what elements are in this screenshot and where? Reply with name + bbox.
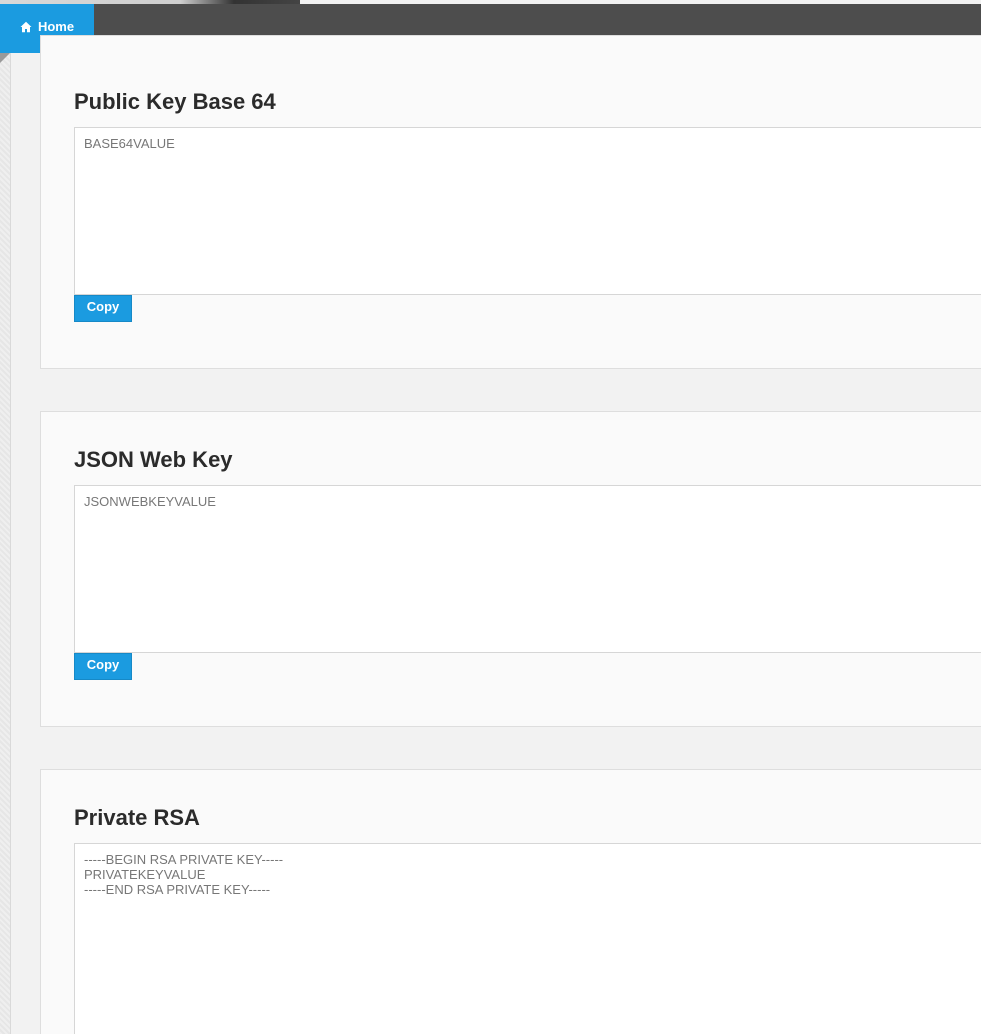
panel-title: Public Key Base 64 — [74, 89, 276, 114]
json-web-key-textarea[interactable]: JSONWEBKEYVALUE — [74, 485, 981, 653]
copy-json-web-key-button[interactable]: Copy — [74, 653, 132, 680]
panel-json-web-key: JSON Web Key JSONWEBKEYVALUE Copy — [40, 411, 981, 727]
page: Home Public Key Base 64 BASE64VALUE Copy… — [0, 0, 981, 1034]
copy-public-key-button[interactable]: Copy — [74, 295, 132, 322]
nav-home-label: Home — [37, 19, 75, 34]
panel-private-rsa: Private RSA -----BEGIN RSA PRIVATE KEY--… — [40, 769, 981, 1034]
private-rsa-textarea[interactable]: -----BEGIN RSA PRIVATE KEY----- PRIVATEK… — [74, 843, 981, 1034]
public-key-base64-textarea[interactable]: BASE64VALUE — [74, 127, 981, 295]
panel-title: JSON Web Key — [74, 447, 233, 472]
panel-public-key-base64: Public Key Base 64 BASE64VALUE Copy — [40, 35, 981, 369]
left-edge-strip — [0, 53, 11, 1034]
home-icon — [20, 21, 32, 32]
panel-title: Private RSA — [74, 805, 200, 830]
